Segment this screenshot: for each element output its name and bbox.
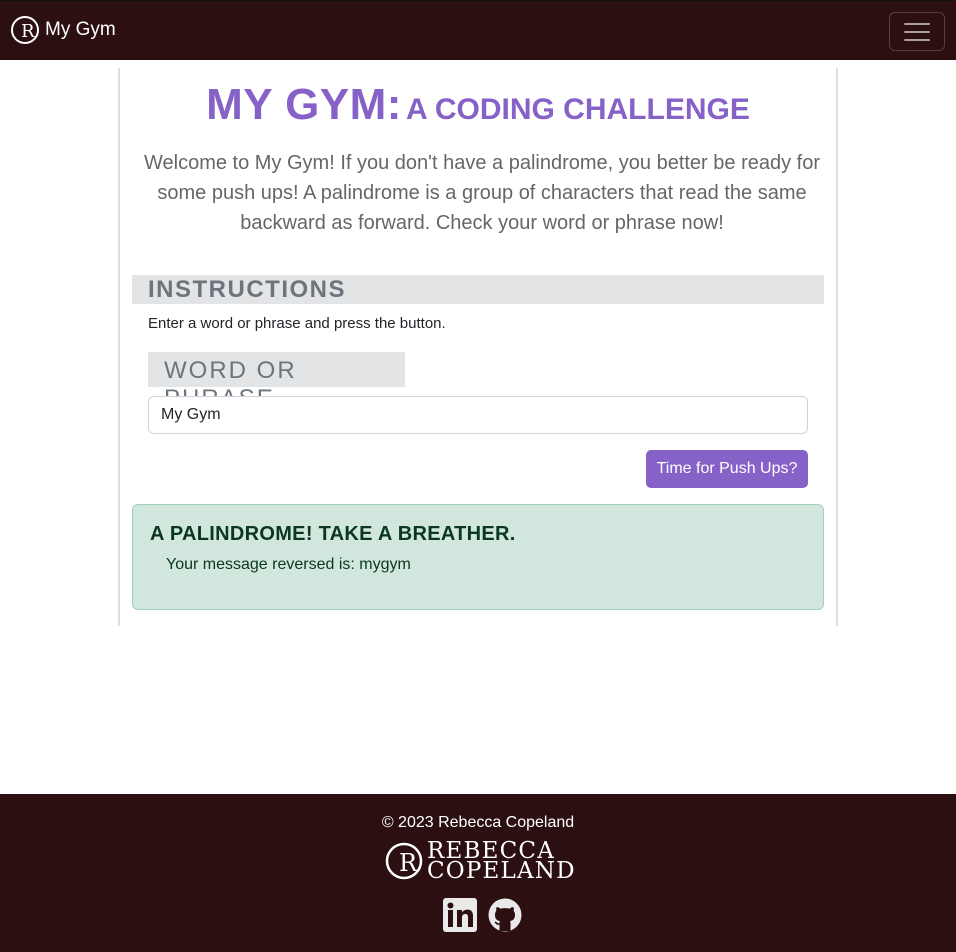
check-palindrome-button[interactable]: Time for Push Ups?	[646, 450, 808, 488]
copyright-text: © 2023 Rebecca Copeland	[381, 814, 575, 831]
footer-logo: R REBECCA COPELAND	[385, 840, 576, 884]
social-links	[443, 898, 522, 932]
title-sub: A CODING CHALLENGE	[405, 93, 750, 126]
word-phrase-input[interactable]	[148, 396, 808, 434]
instructions-heading: INSTRUCTIONS	[148, 276, 346, 303]
brand-name: My Gym	[45, 19, 116, 40]
page-footer: © 2023 Rebecca Copeland R REBECCA COPELA…	[0, 794, 956, 952]
input-label-box: WORD OR PHRASE	[148, 352, 405, 412]
svg-text:R: R	[21, 21, 35, 42]
result-heading: A PALINDROME! TAKE A BREATHER.	[150, 523, 516, 545]
hamburger-menu-icon	[904, 22, 930, 25]
linkedin-link[interactable]	[443, 898, 477, 932]
title-main: MY GYM:	[206, 80, 402, 129]
main-container: MY GYM: A CODING CHALLENGE Welcome to My …	[118, 68, 838, 626]
result-message: Your message reversed is: mygym	[166, 556, 411, 573]
github-link[interactable]	[488, 898, 522, 932]
top-navbar: R My Gym	[0, 0, 956, 60]
rc-monogram-icon: R	[385, 842, 423, 880]
footer-logo-line2: COPELAND	[427, 858, 576, 884]
brand-link[interactable]: R My Gym	[10, 15, 116, 45]
linkedin-icon	[443, 898, 477, 932]
intro-text: Welcome to My Gym! If you don't have a p…	[144, 152, 820, 234]
instructions-text: Enter a word or phrase and press the but…	[148, 315, 446, 332]
footer-logo-name: REBECCA COPELAND	[427, 840, 576, 884]
page-title: MY GYM: A CODING CHALLENGE	[120, 80, 836, 130]
rc-monogram-icon: R	[11, 16, 39, 44]
instructions-header: INSTRUCTIONS	[132, 275, 824, 304]
github-icon	[488, 898, 522, 932]
result-alert: A PALINDROME! TAKE A BREATHER. Your mess…	[132, 504, 824, 610]
hamburger-menu-button[interactable]	[889, 12, 945, 51]
svg-text:R: R	[399, 849, 418, 877]
